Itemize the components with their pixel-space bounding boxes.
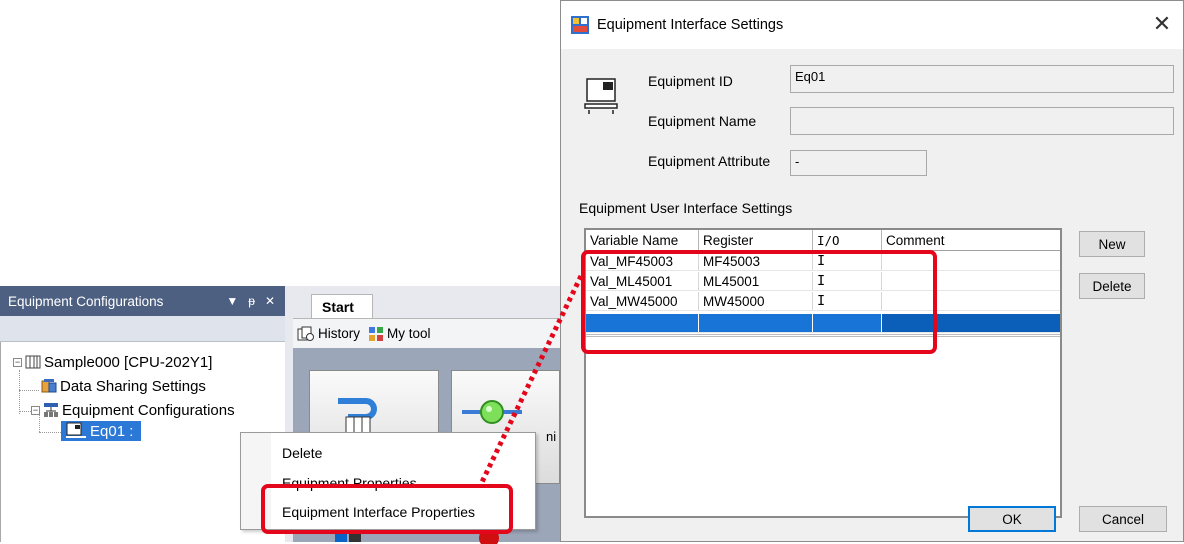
- data-sharing-icon: [41, 379, 57, 393]
- grid-header: Variable Name Register I/O Comment: [586, 230, 1060, 251]
- my-tool-icon: [369, 326, 384, 341]
- new-button[interactable]: New: [1079, 231, 1145, 257]
- pane-toolbar: [0, 316, 285, 342]
- cell-comment[interactable]: [882, 292, 1060, 310]
- interface-grid[interactable]: Variable Name Register I/O Comment Val_M…: [584, 228, 1062, 518]
- grid-row-separator: [586, 334, 1060, 337]
- equipment-configurations-pane: Equipment Configurations ▼ ᵽ ✕ − Sample0…: [0, 286, 560, 544]
- start-toolbar: History My tool: [293, 318, 560, 348]
- cell-variable-name[interactable]: Val_MF45003: [586, 252, 699, 270]
- tree-item-label: Sample000 [CPU-202Y1]: [44, 353, 213, 371]
- cancel-button[interactable]: Cancel: [1079, 506, 1167, 532]
- my-tool-button[interactable]: My tool: [368, 326, 431, 342]
- history-icon: [297, 326, 314, 341]
- history-button[interactable]: History: [297, 326, 360, 342]
- tab-start[interactable]: Start: [311, 294, 373, 318]
- tree-item-eq01[interactable]: Eq01 :: [61, 421, 142, 441]
- tile-label-fragment: ni: [546, 429, 557, 444]
- status-light-icon: [462, 400, 522, 424]
- cell-comment[interactable]: [882, 314, 1060, 332]
- menu-item-label: Equipment Properties: [282, 475, 417, 491]
- cpu-icon: [25, 355, 41, 369]
- tree-item-label: Equipment Configurations: [62, 401, 235, 419]
- context-menu: Delete Equipment Properties Equipment In…: [240, 432, 536, 530]
- equipment-attribute-label: Equipment Attribute: [648, 153, 771, 169]
- menu-item-equipment-properties[interactable]: Equipment Properties: [282, 472, 417, 494]
- equipment-interface-settings-dialog: Equipment Interface Settings ✕ Equipment…: [560, 0, 1184, 542]
- table-row-new-selected[interactable]: [586, 314, 1060, 333]
- table-row[interactable]: Val_MF45003 MF45003 I: [586, 252, 1060, 271]
- tree-item-equipment-configurations[interactable]: − Equipment Configurations: [31, 400, 235, 420]
- column-header-comment[interactable]: Comment: [882, 230, 1060, 250]
- dialog-title: Equipment Interface Settings: [597, 17, 784, 33]
- cell-register[interactable]: ML45001: [699, 272, 813, 290]
- tree-item-root[interactable]: − Sample000 [CPU-202Y1]: [13, 352, 212, 372]
- cell-register[interactable]: [699, 314, 813, 332]
- table-row[interactable]: Val_MW45000 MW45000 I: [586, 292, 1060, 311]
- cell-variable-name[interactable]: [586, 314, 699, 332]
- cell-comment[interactable]: [882, 272, 1060, 290]
- ok-button[interactable]: OK: [968, 506, 1056, 532]
- network-icon: [44, 403, 58, 417]
- column-header-register[interactable]: Register: [699, 230, 813, 250]
- equipment-large-icon: [584, 78, 618, 114]
- menu-icon-column: [241, 433, 271, 529]
- cell-variable-name[interactable]: Val_MW45000: [586, 292, 699, 310]
- equipment-id-label: Equipment ID: [648, 73, 733, 89]
- delete-button[interactable]: Delete: [1079, 273, 1145, 299]
- my-tool-label: My tool: [387, 326, 431, 341]
- collapse-icon[interactable]: −: [13, 357, 22, 367]
- pane-title: Equipment Configurations: [8, 293, 164, 309]
- tree-item-data-sharing[interactable]: Data Sharing Settings: [41, 376, 206, 396]
- cell-io[interactable]: I: [813, 292, 882, 310]
- menu-item-delete[interactable]: Delete: [282, 442, 322, 464]
- pane-dropdown-icon[interactable]: ▼: [226, 294, 238, 308]
- cell-variable-name[interactable]: Val_ML45001: [586, 272, 699, 290]
- cell-comment[interactable]: [882, 252, 1060, 270]
- cell-io[interactable]: I: [813, 272, 882, 290]
- pane-header: Equipment Configurations ▼ ᵽ ✕: [0, 286, 285, 316]
- equipment-attribute-field[interactable]: -: [790, 150, 927, 176]
- equipment-icon: [66, 422, 86, 438]
- tree-item-label: Data Sharing Settings: [60, 377, 206, 395]
- app-icon: [571, 16, 589, 34]
- section-title: Equipment User Interface Settings: [579, 200, 793, 216]
- tree-item-label: Eq01 :: [90, 422, 134, 440]
- menu-item-equipment-interface-properties[interactable]: Equipment Interface Properties: [282, 501, 475, 523]
- equipment-name-label: Equipment Name: [648, 113, 757, 129]
- cell-register[interactable]: MW45000: [699, 292, 813, 310]
- history-label: History: [318, 326, 361, 341]
- cell-io[interactable]: I: [813, 252, 882, 270]
- pane-close-icon[interactable]: ✕: [265, 294, 275, 308]
- menu-item-label: Delete: [282, 445, 323, 461]
- equipment-id-field[interactable]: Eq01: [790, 65, 1174, 93]
- close-icon[interactable]: ✕: [1147, 11, 1177, 39]
- cell-io[interactable]: [813, 314, 882, 332]
- pin-icon[interactable]: ᵽ: [248, 294, 255, 308]
- column-header-io[interactable]: I/O: [813, 230, 882, 250]
- tab-label: Start: [322, 298, 354, 315]
- equipment-name-field[interactable]: [790, 107, 1174, 135]
- cell-register[interactable]: MF45003: [699, 252, 813, 270]
- collapse-icon[interactable]: −: [31, 405, 40, 415]
- menu-item-label: Equipment Interface Properties: [282, 504, 475, 520]
- table-row[interactable]: Val_ML45001 ML45001 I: [586, 272, 1060, 291]
- column-header-variable-name[interactable]: Variable Name: [586, 230, 699, 250]
- title-bar: Equipment Interface Settings ✕: [561, 1, 1183, 49]
